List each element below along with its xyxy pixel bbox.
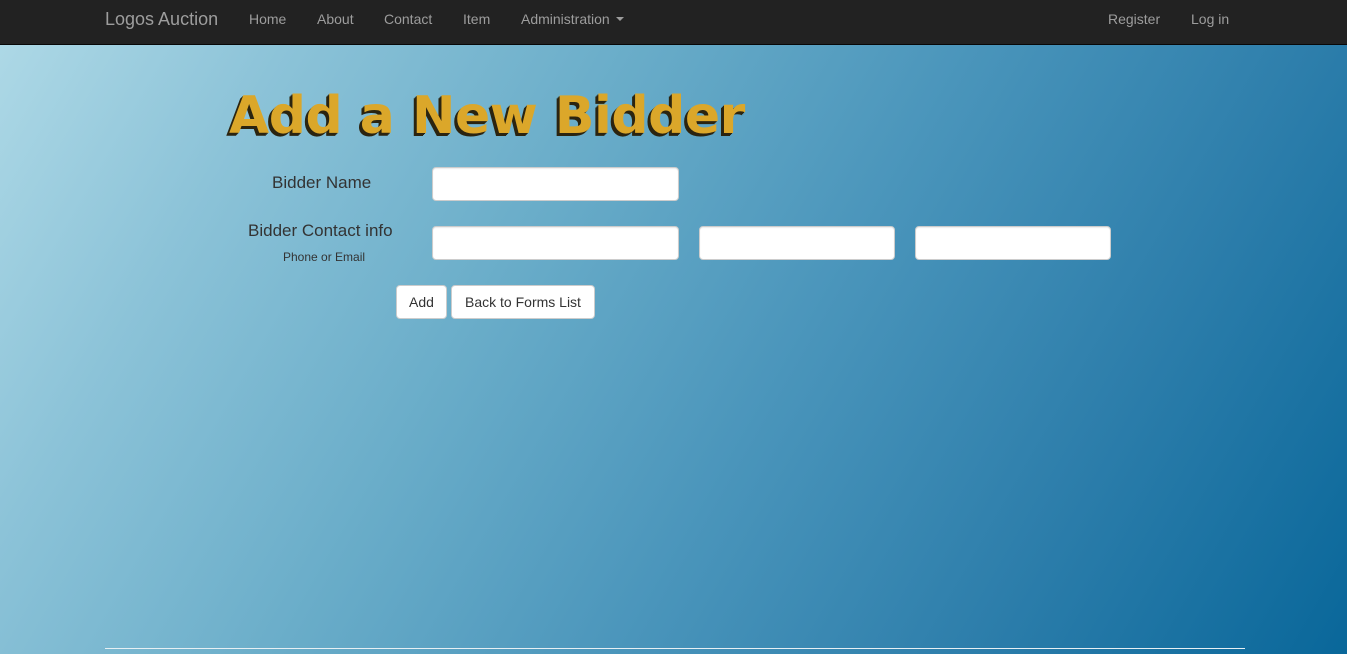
- contact-input-1[interactable]: [432, 226, 679, 260]
- contact-info-label: Bidder Contact info: [248, 221, 393, 240]
- contact-input-2[interactable]: [699, 226, 895, 260]
- nav-contact[interactable]: Contact: [384, 12, 432, 26]
- add-button[interactable]: Add: [396, 285, 447, 319]
- nav-item[interactable]: Item: [463, 12, 490, 26]
- caret-down-icon: [615, 17, 624, 22]
- bidder-name-label: Bidder Name: [272, 173, 372, 192]
- nav-about[interactable]: About: [317, 12, 354, 26]
- top-navbar: Logos Auction Home About Contact Item Ad…: [0, 0, 1347, 45]
- nav-administration-dropdown[interactable]: Administration: [521, 12, 624, 26]
- nav-home[interactable]: Home: [249, 12, 286, 26]
- nav-administration-label: Administration: [521, 11, 610, 27]
- nav-register[interactable]: Register: [1108, 12, 1160, 26]
- contact-input-3[interactable]: [915, 226, 1111, 260]
- bidder-name-input[interactable]: [432, 167, 679, 201]
- back-to-forms-list-button[interactable]: Back to Forms List: [451, 285, 595, 319]
- page-title: Add a New Bidder: [229, 86, 745, 146]
- contact-info-hint: Phone or Email: [283, 250, 366, 264]
- brand-link[interactable]: Logos Auction: [105, 10, 218, 28]
- nav-login[interactable]: Log in: [1191, 12, 1229, 26]
- footer-divider: [105, 648, 1245, 649]
